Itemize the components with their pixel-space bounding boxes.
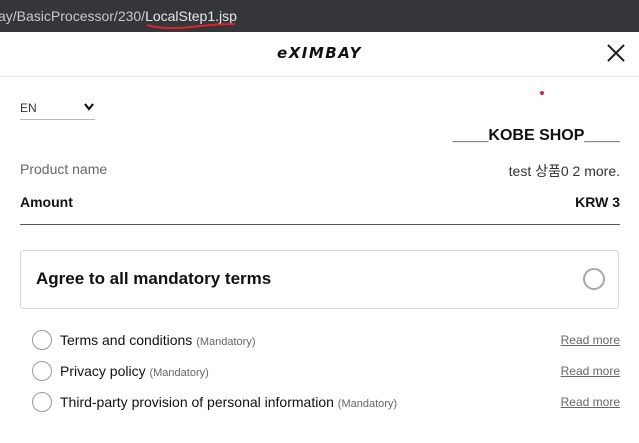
shop-name: ____KOBE SHOP____: [452, 127, 620, 144]
red-annotation-underline: [146, 23, 236, 30]
agree-all-radio[interactable]: [583, 268, 605, 290]
eximbay-logo: eXIMBAY: [277, 44, 362, 62]
term-title: Third-party provision of personal inform…: [60, 394, 334, 410]
chevron-down-icon: [84, 103, 94, 111]
payment-header: eXIMBAY: [0, 32, 639, 77]
read-more-link[interactable]: Read more: [561, 364, 620, 378]
terms-radio[interactable]: [32, 330, 52, 350]
amount-value: KRW 3: [575, 194, 620, 210]
term-title: Terms and conditions: [60, 332, 193, 348]
privacy-radio[interactable]: [32, 361, 52, 381]
agree-all-box[interactable]: Agree to all mandatory terms: [20, 250, 619, 309]
amount-label: Amount: [20, 194, 73, 210]
mandatory-tag: (Mandatory): [196, 336, 256, 348]
mandatory-tag: (Mandatory): [149, 367, 209, 379]
third-party-radio[interactable]: [32, 392, 52, 412]
language-select[interactable]: EN: [20, 96, 95, 120]
term-row-terms-and-conditions: Terms and conditions (Mandatory) Read mo…: [32, 330, 620, 352]
read-more-link[interactable]: Read more: [561, 333, 620, 347]
term-row-privacy-policy: Privacy policy (Mandatory) Read more: [32, 361, 620, 383]
red-annotation-dot: [540, 91, 544, 95]
divider: [20, 224, 620, 225]
term-label: Privacy policy (Mandatory): [60, 363, 209, 379]
close-icon[interactable]: [605, 42, 627, 64]
read-more-link[interactable]: Read more: [561, 395, 620, 409]
term-label: Terms and conditions (Mandatory): [60, 332, 255, 348]
term-title: Privacy policy: [60, 363, 146, 379]
agree-all-label: Agree to all mandatory terms: [36, 269, 272, 288]
mandatory-tag: (Mandatory): [337, 398, 398, 410]
address-bar[interactable]: ay/BasicProcessor/230/LocalStep1.jsp: [0, 0, 639, 32]
product-value: test 상품0 2 more.: [508, 163, 620, 179]
language-value: EN: [20, 101, 37, 115]
url-path: ay/BasicProcessor/230/: [0, 8, 146, 24]
product-label: Product name: [20, 161, 108, 177]
term-row-third-party: Third-party provision of personal inform…: [32, 392, 620, 414]
term-label: Third-party provision of personal inform…: [60, 394, 397, 410]
